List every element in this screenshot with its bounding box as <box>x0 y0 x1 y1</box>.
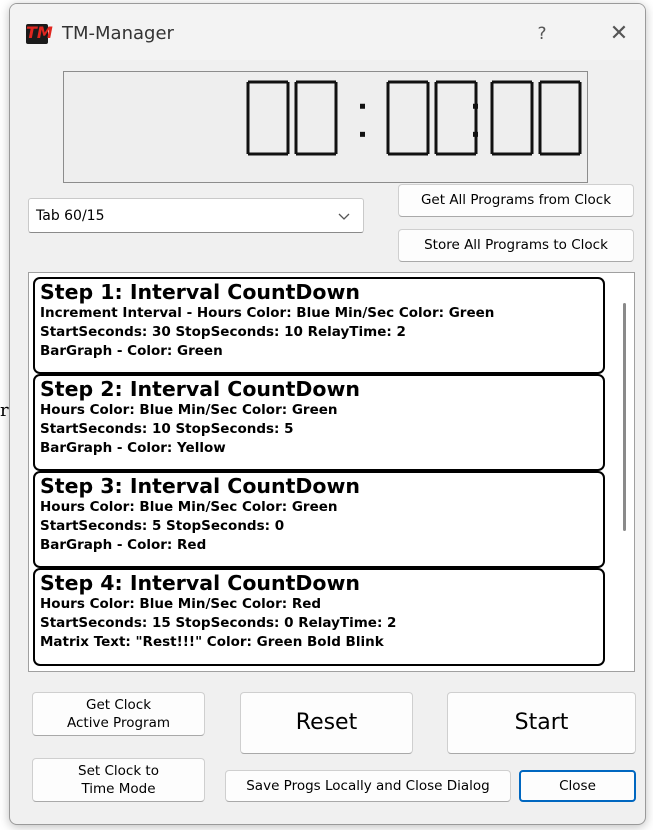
step-detail: StartSeconds: 5 StopSeconds: 0 <box>40 518 285 534</box>
list-item[interactable]: Step 3: Interval CountDown Hours Color: … <box>33 471 605 568</box>
step-title: Step 1: Interval CountDown <box>40 280 361 304</box>
step-detail: StartSeconds: 30 StopSeconds: 10 RelayTi… <box>40 324 406 340</box>
step-detail: BarGraph - Color: Green <box>40 343 223 359</box>
program-steps-list[interactable]: Step 1: Interval CountDown Increment Int… <box>28 272 635 672</box>
program-select[interactable]: Tab 60/15 <box>28 198 364 233</box>
clock-display <box>63 71 588 183</box>
step-title: Step 2: Interval CountDown <box>40 377 361 401</box>
step-detail: StartSeconds: 15 StopSeconds: 0 RelayTim… <box>40 615 397 631</box>
scrollbar[interactable] <box>623 303 626 531</box>
step-detail: Hours Color: Blue Min/Sec Color: Green <box>40 402 338 418</box>
step-detail: StartSeconds: 10 StopSeconds: 5 <box>40 421 294 437</box>
stray-text: r <box>0 400 9 421</box>
step-detail: Increment Interval - Hours Color: Blue M… <box>40 305 495 321</box>
button-label-line: Time Mode <box>81 781 156 797</box>
program-select-value: Tab 60/15 <box>36 208 105 224</box>
step-detail: BarGraph - Color: Red <box>40 537 207 553</box>
clock-digits <box>246 80 582 156</box>
colon-dot <box>473 131 478 137</box>
close-button[interactable]: Close <box>519 770 636 802</box>
start-button[interactable]: Start <box>447 692 636 754</box>
colon-dot <box>473 103 478 109</box>
step-title: Step 4: Interval CountDown <box>40 571 361 595</box>
title-bar: TM TM-Manager ? ✕ <box>10 4 645 60</box>
step-detail: Hours Color: Blue Min/Sec Color: Green <box>40 499 338 515</box>
store-all-programs-button[interactable]: Store All Programs to Clock <box>398 229 634 262</box>
tm-manager-dialog: TM TM-Manager ? ✕ Tab 60/15 Get All Prog… <box>9 3 646 825</box>
list-item[interactable]: Step 2: Interval CountDown Hours Color: … <box>33 374 605 471</box>
step-detail: BarGraph - Color: Yellow <box>40 440 226 456</box>
button-label-line: Set Clock to <box>78 763 159 779</box>
list-item[interactable]: Step 1: Interval CountDown Increment Int… <box>33 277 605 374</box>
step-detail: Matrix Text: "Rest!!!" Color: Green Bold… <box>40 634 384 650</box>
app-logo-text: TM <box>26 23 53 42</box>
colon-dot <box>360 131 365 137</box>
step-title: Step 3: Interval CountDown <box>40 474 361 498</box>
app-logo-icon: TM <box>26 23 53 44</box>
button-label-line: Get Clock <box>85 697 152 713</box>
set-clock-time-mode-button[interactable]: Set Clock to Time Mode <box>32 758 205 802</box>
help-button[interactable]: ? <box>527 20 557 48</box>
reset-button[interactable]: Reset <box>240 692 413 754</box>
step-detail: Hours Color: Blue Min/Sec Color: Red <box>40 596 322 612</box>
list-item[interactable]: Step 4: Interval CountDown Hours Color: … <box>33 568 605 666</box>
colon-dot <box>360 103 365 109</box>
window-title: TM-Manager <box>62 23 174 44</box>
get-clock-active-program-button[interactable]: Get Clock Active Program <box>32 692 205 736</box>
close-window-icon[interactable]: ✕ <box>604 20 634 48</box>
get-all-programs-button[interactable]: Get All Programs from Clock <box>398 184 634 217</box>
button-label-line: Active Program <box>66 715 170 731</box>
chevron-down-icon <box>338 213 350 220</box>
save-and-close-button[interactable]: Save Progs Locally and Close Dialog <box>225 770 511 802</box>
